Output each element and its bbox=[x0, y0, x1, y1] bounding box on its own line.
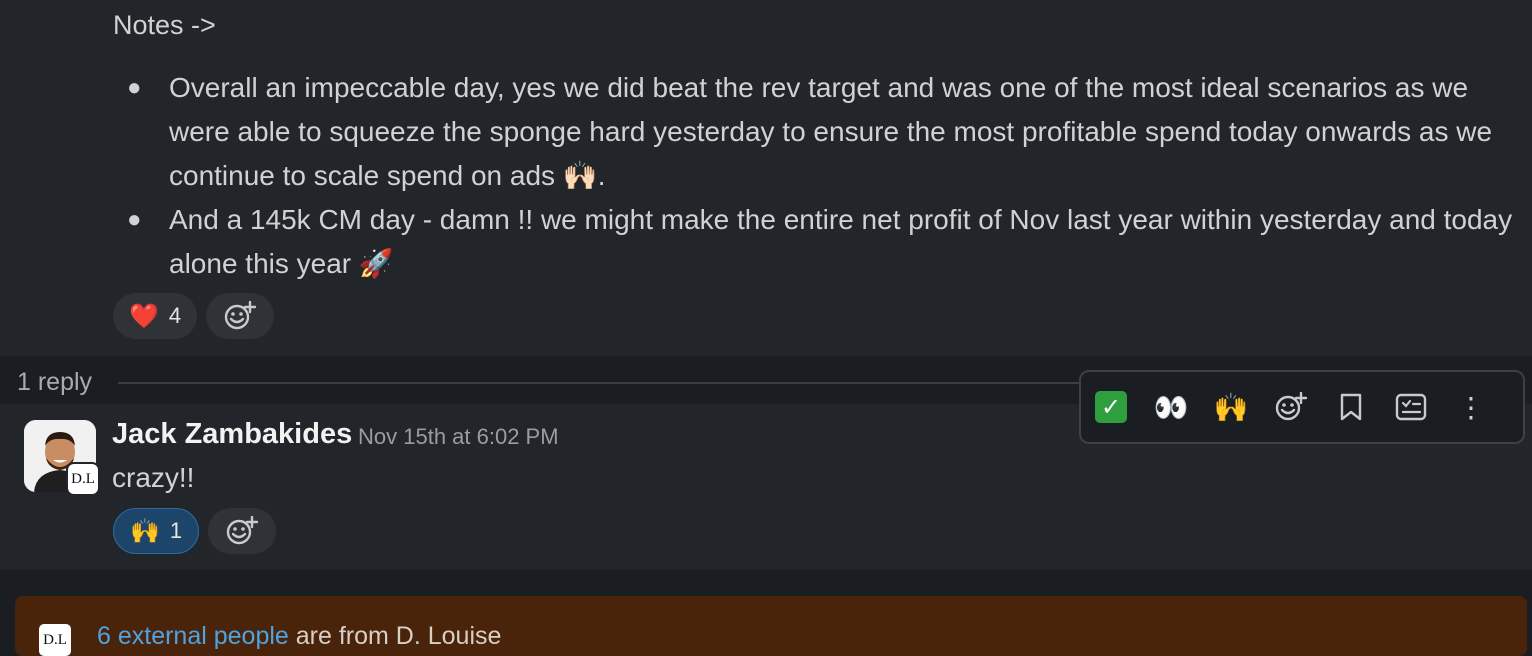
message-top: Notes -> ● Overall an impeccable day, ye… bbox=[0, 0, 1532, 356]
heart-icon: ❤️ bbox=[129, 302, 159, 330]
timestamp[interactable]: Nov 15th at 6:02 PM bbox=[358, 424, 559, 450]
company-badge: D.L bbox=[66, 462, 100, 496]
reaction-heart[interactable]: ❤️ 4 bbox=[113, 293, 198, 339]
add-reaction-icon bbox=[1275, 392, 1308, 421]
eyes-reaction-button[interactable]: 👀 bbox=[1141, 377, 1201, 437]
author-name[interactable]: Jack Zambakides bbox=[112, 418, 352, 451]
list-item: ● Overall an impeccable day, yes we did … bbox=[113, 66, 1528, 198]
check-mark-icon: ✓ bbox=[1095, 391, 1127, 423]
message-text: crazy!! bbox=[112, 462, 195, 493]
raised-hands-icon: 🙌 bbox=[1213, 390, 1249, 424]
bookmark-icon bbox=[1340, 393, 1362, 421]
save-button[interactable] bbox=[1321, 377, 1381, 437]
add-reaction-button[interactable] bbox=[208, 508, 277, 554]
divider bbox=[118, 382, 1080, 384]
more-icon: ⋮ bbox=[1457, 391, 1485, 423]
company-logo: D.L bbox=[39, 624, 71, 656]
reactions-row: 🙌 1 bbox=[113, 508, 277, 554]
notes-title: Notes -> bbox=[113, 10, 216, 40]
add-reaction-button[interactable] bbox=[1261, 377, 1321, 437]
banner-text: 6 external people are from D. Louise bbox=[97, 622, 501, 651]
bullet-suffix: . bbox=[597, 160, 606, 191]
more-actions-button[interactable]: ⋮ bbox=[1441, 377, 1501, 437]
bullet-text: Overall an impeccable day, yes we did be… bbox=[169, 72, 1493, 191]
bullet-dot: ● bbox=[127, 206, 142, 233]
rocket-emoji: 🚀 bbox=[358, 247, 394, 280]
reactions-row: ❤️ 4 bbox=[113, 293, 275, 339]
forward-icon bbox=[1395, 393, 1427, 421]
forward-button[interactable] bbox=[1381, 377, 1441, 437]
raised-hands-emoji: 🙌🏻 bbox=[562, 159, 598, 192]
raised-hands-icon: 🙌 bbox=[130, 517, 160, 545]
notes-list: ● Overall an impeccable day, yes we did … bbox=[113, 66, 1528, 286]
reaction-raised-hands[interactable]: 🙌 1 bbox=[113, 508, 200, 554]
check-mark-button[interactable]: ✓ bbox=[1081, 377, 1141, 437]
add-reaction-icon bbox=[224, 301, 257, 330]
reply-count[interactable]: 1 reply bbox=[17, 368, 92, 397]
list-item: ● And a 145k CM day - damn !! we might m… bbox=[113, 198, 1528, 286]
message-actions-toolbar: ✓ 👀 🙌 ⋮ bbox=[1079, 370, 1525, 444]
add-reaction-button[interactable] bbox=[206, 293, 275, 339]
bullet-dot: ● bbox=[127, 74, 142, 101]
add-reaction-icon bbox=[226, 516, 259, 545]
external-people-banner: D.L 6 external people are from D. Louise bbox=[15, 596, 1527, 656]
raised-hands-reaction-button[interactable]: 🙌 bbox=[1201, 377, 1261, 437]
eyes-icon: 👀 bbox=[1153, 390, 1189, 424]
reaction-count: 4 bbox=[168, 303, 182, 328]
reaction-count: 1 bbox=[169, 518, 183, 543]
